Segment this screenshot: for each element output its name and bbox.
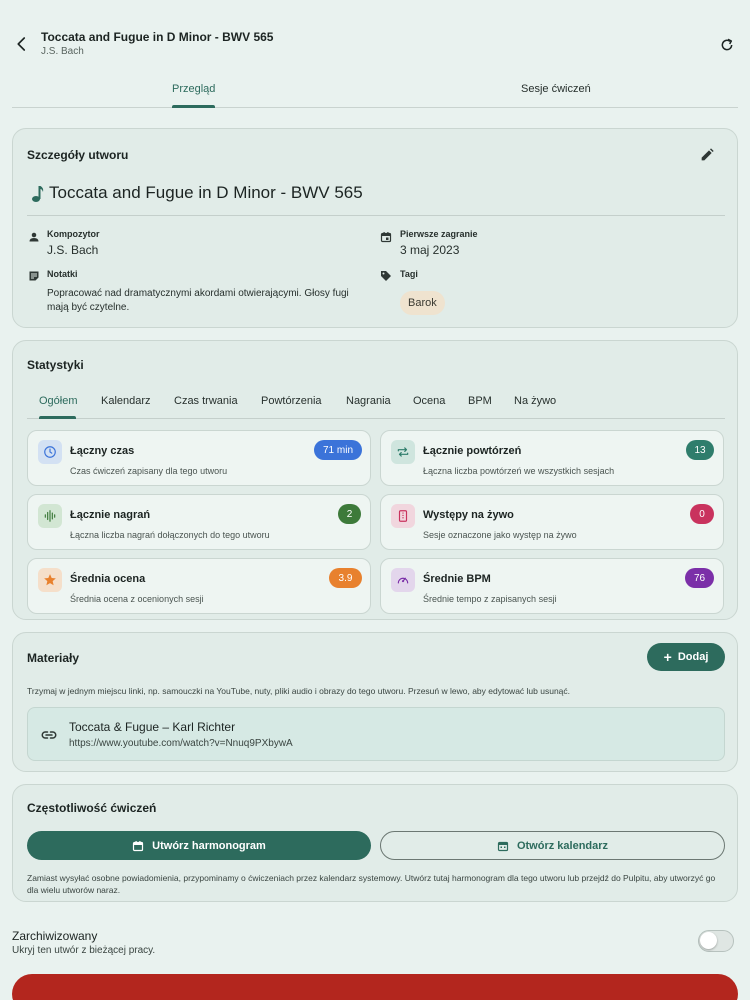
ticket-icon	[391, 504, 415, 528]
composer-value: J.S. Bach	[47, 243, 99, 257]
notes-value: Popracować nad dramatycznymi akordami ot…	[47, 288, 349, 313]
frequency-description: Zamiast wysyłać osobne powiadomienia, pr…	[27, 873, 716, 895]
materials-card: Materiały + Dodaj Trzymaj w jednym miejs…	[12, 632, 738, 772]
back-button[interactable]	[10, 32, 34, 56]
open-calendar-label: Otwórz kalendarz	[516, 839, 609, 852]
details-card-title: Szczegóły utworu	[27, 148, 129, 162]
star-icon	[38, 568, 62, 592]
details-card: Szczegóły utworu Toccata and Fugue in D …	[12, 128, 738, 328]
calendar-grid-icon	[497, 841, 509, 851]
calendar-icon	[133, 840, 144, 851]
stats-card: Statystyki Ogółem Kalendarz Czas trwania…	[12, 340, 738, 620]
page-title: Toccata and Fugue in D Minor - BWV 565	[41, 30, 274, 44]
piece-title-text: Toccata and Fugue in D Minor - BWV 565	[49, 183, 363, 202]
stat-desc: Czas ćwiczeń zapisany dla tego utworu	[70, 466, 228, 476]
pencil-icon	[701, 148, 714, 161]
tag-icon	[379, 269, 393, 283]
speedometer-icon	[391, 568, 415, 592]
repeat-icon	[391, 440, 415, 464]
stat-badge: 0	[690, 504, 714, 524]
composer-label: Kompozytor	[47, 229, 100, 239]
stat-average-bpm[interactable]: Średnie BPM Średnie tempo z zapisanych s…	[380, 558, 724, 614]
stat-desc: Sesje oznaczone jako występ na żywo	[423, 530, 577, 540]
stat-title: Łącznie nagrań	[70, 509, 151, 521]
stats-tab-live[interactable]: Na żywo	[514, 395, 556, 407]
archive-toggle[interactable]	[698, 930, 734, 952]
stat-title: Średnie BPM	[423, 573, 491, 585]
tab-sessions[interactable]: Sesje ćwiczeń	[521, 83, 591, 95]
materials-description: Trzymaj w jednym miejscu linki, np. samo…	[27, 686, 571, 696]
stats-tabs: Ogółem Kalendarz Czas trwania Powtórzeni…	[27, 385, 725, 419]
stat-title: Łącznie powtórzeń	[423, 445, 522, 457]
tab-indicator	[172, 105, 215, 108]
stats-card-title: Statystyki	[27, 358, 84, 372]
notes-icon	[27, 269, 41, 283]
tag-chip[interactable]: Barok	[400, 291, 445, 315]
material-url: https://www.youtube.com/watch?v=Nnuq9PXb…	[69, 738, 293, 749]
tags-label: Tagi	[400, 269, 418, 279]
stat-title: Średnia ocena	[70, 573, 146, 585]
title-block: Toccata and Fugue in D Minor - BWV 565 J…	[41, 30, 273, 57]
material-item[interactable]: Toccata & Fugue – Karl Richter https://w…	[27, 707, 725, 761]
stats-tab-duration[interactable]: Czas trwania	[174, 395, 238, 407]
toggle-knob	[700, 932, 717, 949]
stat-desc: Łączna liczba powtórzeń we wszystkich se…	[423, 466, 615, 476]
stat-desc: Średnia ocena z ocenionych sesji	[70, 594, 204, 604]
stat-badge: 13	[686, 440, 714, 460]
first-played-label: Pierwsze zagranie	[400, 229, 478, 239]
details-divider	[27, 215, 725, 216]
stat-title: Występy na żywo	[423, 509, 514, 521]
main-tabs: Przegląd Sesje ćwiczeń	[12, 76, 738, 108]
archive-subtitle: Ukryj ten utwór z bieżącej pracy.	[12, 945, 156, 956]
frequency-card: Częstotliwość ćwiczeń Utwórz harmonogram…	[12, 784, 738, 902]
tab-overview[interactable]: Przegląd	[172, 83, 215, 95]
notes-label: Notatki	[47, 269, 78, 279]
stats-tab-repetitions[interactable]: Powtórzenia	[261, 395, 322, 407]
stat-badge: 2	[338, 504, 361, 524]
stat-total-repetitions[interactable]: Łącznie powtórzeń Łączna liczba powtórze…	[380, 430, 724, 486]
calendar-icon	[379, 230, 393, 244]
first-played-value: 3 maj 2023	[400, 243, 460, 257]
create-schedule-label: Utwórz harmonogram	[152, 839, 266, 852]
piece-title: Toccata and Fugue in D Minor - BWV 565	[31, 183, 363, 203]
stat-total-recordings[interactable]: Łącznie nagrań Łączna liczba nagrań dołą…	[27, 494, 371, 550]
materials-card-title: Materiały	[27, 651, 80, 665]
frequency-card-title: Częstotliwość ćwiczeń	[27, 801, 157, 815]
add-label: Dodaj	[677, 651, 709, 663]
clock-icon	[38, 440, 62, 464]
music-note-icon	[32, 186, 44, 202]
stats-tab-overall[interactable]: Ogółem	[39, 395, 78, 407]
stat-total-time[interactable]: Łączny czas Czas ćwiczeń zapisany dla te…	[27, 430, 371, 486]
delete-button[interactable]	[12, 974, 738, 1000]
stats-tab-rating[interactable]: Ocena	[413, 395, 445, 407]
add-material-button[interactable]: + Dodaj	[647, 643, 725, 671]
stat-live-performances[interactable]: Występy na żywo Sesje oznaczone jako wys…	[380, 494, 724, 550]
refresh-icon	[721, 38, 733, 51]
edit-button[interactable]	[697, 145, 717, 165]
archive-title: Zarchiwizowany	[12, 929, 98, 943]
person-icon	[27, 230, 41, 244]
stat-badge: 76	[685, 568, 714, 588]
material-title: Toccata & Fugue – Karl Richter	[69, 720, 236, 734]
link-icon	[40, 726, 58, 744]
stat-badge: 3.9	[329, 568, 362, 588]
stat-desc: Łączna liczba nagrań dołączonych do tego…	[70, 530, 270, 540]
page-subtitle: J.S. Bach	[41, 46, 84, 57]
app-bar: Toccata and Fugue in D Minor - BWV 565 J…	[0, 0, 750, 76]
stat-desc: Średnie tempo z zapisanych sesji	[423, 594, 557, 604]
stats-tab-calendar[interactable]: Kalendarz	[101, 395, 151, 407]
audio-wave-icon	[38, 504, 62, 528]
stat-badge: 71 min	[314, 440, 362, 460]
arrow-left-icon	[17, 37, 26, 51]
plus-icon: +	[663, 649, 672, 665]
stats-tab-bpm[interactable]: BPM	[468, 395, 492, 407]
stats-tab-indicator	[39, 416, 76, 419]
create-schedule-button[interactable]: Utwórz harmonogram	[27, 831, 371, 860]
stat-average-rating[interactable]: Średnia ocena Średnia ocena z ocenionych…	[27, 558, 371, 614]
stat-title: Łączny czas	[70, 445, 135, 457]
refresh-button[interactable]	[715, 33, 739, 57]
stats-tab-recordings[interactable]: Nagrania	[346, 395, 391, 407]
open-calendar-button[interactable]: Otwórz kalendarz	[380, 831, 725, 860]
